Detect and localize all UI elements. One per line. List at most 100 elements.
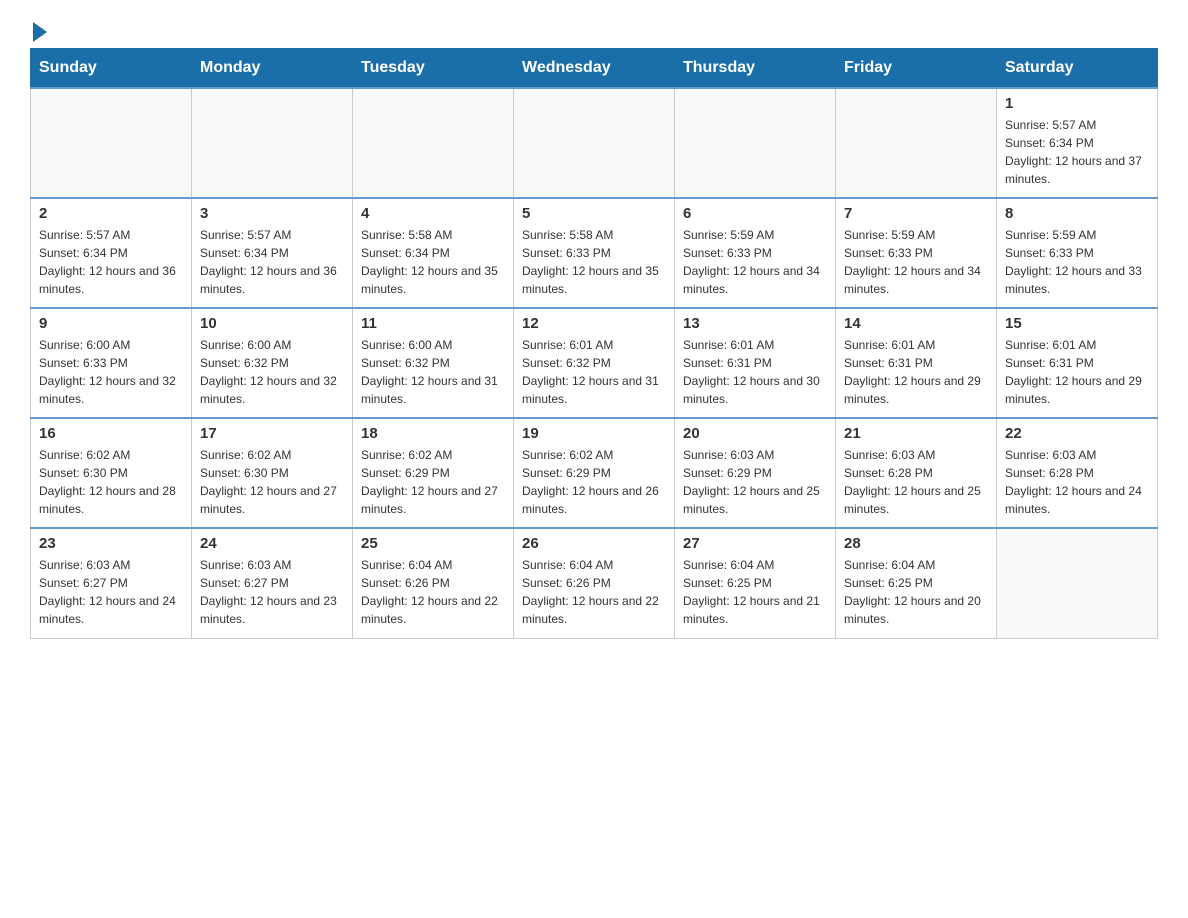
day-info: Sunrise: 6:02 AMSunset: 6:30 PMDaylight:… xyxy=(39,446,183,518)
day-number: 10 xyxy=(200,315,344,332)
calendar-cell: 8 Sunrise: 5:59 AMSunset: 6:33 PMDaylight… xyxy=(997,198,1158,308)
day-number: 16 xyxy=(39,425,183,442)
calendar-cell xyxy=(31,88,192,198)
calendar-cell: 13Sunrise: 6:01 AMSunset: 6:31 PMDayligh… xyxy=(675,308,836,418)
day-info: Sunrise: 6:04 AMSunset: 6:26 PMDaylight:… xyxy=(522,556,666,628)
day-info: Sunrise: 5:58 AMSunset: 6:33 PMDaylight:… xyxy=(522,226,666,298)
day-number: 3 xyxy=(200,205,344,222)
day-number: 23 xyxy=(39,535,183,552)
day-number: 4 xyxy=(361,205,505,222)
day-info: Sunrise: 5:59 AMSunset: 6:33 PMDaylight:… xyxy=(1005,226,1149,298)
day-of-week-header: Monday xyxy=(192,49,353,89)
day-info: Sunrise: 6:01 AMSunset: 6:31 PMDaylight:… xyxy=(1005,336,1149,408)
day-number: 24 xyxy=(200,535,344,552)
day-of-week-header: Saturday xyxy=(997,49,1158,89)
calendar-cell: 4 Sunrise: 5:58 AMSunset: 6:34 PMDaylight… xyxy=(353,198,514,308)
day-number: 11 xyxy=(361,315,505,332)
calendar-cell xyxy=(353,88,514,198)
day-number: 13 xyxy=(683,315,827,332)
calendar-cell: 12 Sunrise: 6:01 AMSunset: 6:32 PMDayligh… xyxy=(514,308,675,418)
week-row: 2 Sunrise: 5:57 AMSunset: 6:34 PMDaylight… xyxy=(31,198,1158,308)
calendar-cell: 18 Sunrise: 6:02 AMSunset: 6:29 PMDayligh… xyxy=(353,418,514,528)
day-info: Sunrise: 6:03 AMSunset: 6:29 PMDaylight:… xyxy=(683,446,827,518)
day-info: Sunrise: 6:04 AMSunset: 6:25 PMDaylight:… xyxy=(683,556,827,628)
day-number: 12 xyxy=(522,315,666,332)
day-info: Sunrise: 5:59 AMSunset: 6:33 PMDaylight:… xyxy=(683,226,827,298)
calendar-cell: 11 Sunrise: 6:00 AMSunset: 6:32 PMDayligh… xyxy=(353,308,514,418)
calendar-cell: 27 Sunrise: 6:04 AMSunset: 6:25 PMDayligh… xyxy=(675,528,836,638)
day-of-week-header: Tuesday xyxy=(353,49,514,89)
week-row: 16 Sunrise: 6:02 AMSunset: 6:30 PMDayligh… xyxy=(31,418,1158,528)
calendar-cell: 23 Sunrise: 6:03 AMSunset: 6:27 PMDayligh… xyxy=(31,528,192,638)
day-number: 2 xyxy=(39,205,183,222)
calendar-cell: 2 Sunrise: 5:57 AMSunset: 6:34 PMDaylight… xyxy=(31,198,192,308)
day-info: Sunrise: 5:57 AMSunset: 6:34 PMDaylight:… xyxy=(1005,116,1149,188)
day-number: 19 xyxy=(522,425,666,442)
calendar-cell: 26 Sunrise: 6:04 AMSunset: 6:26 PMDayligh… xyxy=(514,528,675,638)
calendar-cell: 28 Sunrise: 6:04 AMSunset: 6:25 PMDayligh… xyxy=(836,528,997,638)
day-number: 21 xyxy=(844,425,988,442)
day-info: Sunrise: 6:03 AMSunset: 6:27 PMDaylight:… xyxy=(39,556,183,628)
calendar-cell: 9Sunrise: 6:00 AMSunset: 6:33 PMDaylight… xyxy=(31,308,192,418)
day-info: Sunrise: 6:02 AMSunset: 6:30 PMDaylight:… xyxy=(200,446,344,518)
day-info: Sunrise: 6:02 AMSunset: 6:29 PMDaylight:… xyxy=(361,446,505,518)
calendar-cell: 3 Sunrise: 5:57 AMSunset: 6:34 PMDaylight… xyxy=(192,198,353,308)
week-row: 1 Sunrise: 5:57 AMSunset: 6:34 PMDaylight… xyxy=(31,88,1158,198)
day-info: Sunrise: 6:00 AMSunset: 6:32 PMDaylight:… xyxy=(200,336,344,408)
day-number: 1 xyxy=(1005,95,1149,112)
day-info: Sunrise: 6:01 AMSunset: 6:32 PMDaylight:… xyxy=(522,336,666,408)
day-of-week-header: Friday xyxy=(836,49,997,89)
day-info: Sunrise: 5:59 AMSunset: 6:33 PMDaylight:… xyxy=(844,226,988,298)
calendar-cell: 14 Sunrise: 6:01 AMSunset: 6:31 PMDayligh… xyxy=(836,308,997,418)
day-of-week-header: Sunday xyxy=(31,49,192,89)
logo xyxy=(30,20,47,38)
calendar-header-row: SundayMondayTuesdayWednesdayThursdayFrid… xyxy=(31,49,1158,89)
calendar-cell: 21Sunrise: 6:03 AMSunset: 6:28 PMDayligh… xyxy=(836,418,997,528)
day-number: 6 xyxy=(683,205,827,222)
day-info: Sunrise: 6:03 AMSunset: 6:28 PMDaylight:… xyxy=(1005,446,1149,518)
calendar-cell xyxy=(192,88,353,198)
day-info: Sunrise: 6:01 AMSunset: 6:31 PMDaylight:… xyxy=(844,336,988,408)
calendar-table: SundayMondayTuesdayWednesdayThursdayFrid… xyxy=(30,48,1158,639)
day-info: Sunrise: 6:00 AMSunset: 6:33 PMDaylight:… xyxy=(39,336,183,408)
logo-arrow-icon xyxy=(33,22,47,42)
calendar-cell: 6 Sunrise: 5:59 AMSunset: 6:33 PMDaylight… xyxy=(675,198,836,308)
calendar-cell: 7 Sunrise: 5:59 AMSunset: 6:33 PMDaylight… xyxy=(836,198,997,308)
calendar-cell: 19 Sunrise: 6:02 AMSunset: 6:29 PMDayligh… xyxy=(514,418,675,528)
day-info: Sunrise: 5:57 AMSunset: 6:34 PMDaylight:… xyxy=(200,226,344,298)
calendar-cell: 24 Sunrise: 6:03 AMSunset: 6:27 PMDayligh… xyxy=(192,528,353,638)
day-number: 15 xyxy=(1005,315,1149,332)
day-number: 27 xyxy=(683,535,827,552)
day-number: 14 xyxy=(844,315,988,332)
calendar-cell: 5 Sunrise: 5:58 AMSunset: 6:33 PMDaylight… xyxy=(514,198,675,308)
day-of-week-header: Wednesday xyxy=(514,49,675,89)
day-info: Sunrise: 6:03 AMSunset: 6:27 PMDaylight:… xyxy=(200,556,344,628)
week-row: 9Sunrise: 6:00 AMSunset: 6:33 PMDaylight… xyxy=(31,308,1158,418)
calendar-cell: 20 Sunrise: 6:03 AMSunset: 6:29 PMDayligh… xyxy=(675,418,836,528)
day-info: Sunrise: 5:58 AMSunset: 6:34 PMDaylight:… xyxy=(361,226,505,298)
calendar-cell: 15 Sunrise: 6:01 AMSunset: 6:31 PMDayligh… xyxy=(997,308,1158,418)
day-number: 7 xyxy=(844,205,988,222)
day-number: 18 xyxy=(361,425,505,442)
day-info: Sunrise: 6:04 AMSunset: 6:25 PMDaylight:… xyxy=(844,556,988,628)
calendar-cell: 22Sunrise: 6:03 AMSunset: 6:28 PMDayligh… xyxy=(997,418,1158,528)
day-info: Sunrise: 6:00 AMSunset: 6:32 PMDaylight:… xyxy=(361,336,505,408)
day-number: 26 xyxy=(522,535,666,552)
day-number: 20 xyxy=(683,425,827,442)
day-info: Sunrise: 6:02 AMSunset: 6:29 PMDaylight:… xyxy=(522,446,666,518)
calendar-cell: 17 Sunrise: 6:02 AMSunset: 6:30 PMDayligh… xyxy=(192,418,353,528)
day-info: Sunrise: 6:04 AMSunset: 6:26 PMDaylight:… xyxy=(361,556,505,628)
day-of-week-header: Thursday xyxy=(675,49,836,89)
calendar-cell: 10 Sunrise: 6:00 AMSunset: 6:32 PMDayligh… xyxy=(192,308,353,418)
day-number: 17 xyxy=(200,425,344,442)
calendar-cell: 16 Sunrise: 6:02 AMSunset: 6:30 PMDayligh… xyxy=(31,418,192,528)
day-number: 25 xyxy=(361,535,505,552)
day-info: Sunrise: 5:57 AMSunset: 6:34 PMDaylight:… xyxy=(39,226,183,298)
week-row: 23 Sunrise: 6:03 AMSunset: 6:27 PMDayligh… xyxy=(31,528,1158,638)
day-number: 5 xyxy=(522,205,666,222)
day-number: 8 xyxy=(1005,205,1149,222)
calendar-cell xyxy=(836,88,997,198)
calendar-cell: 1 Sunrise: 5:57 AMSunset: 6:34 PMDaylight… xyxy=(997,88,1158,198)
day-number: 28 xyxy=(844,535,988,552)
calendar-cell xyxy=(675,88,836,198)
